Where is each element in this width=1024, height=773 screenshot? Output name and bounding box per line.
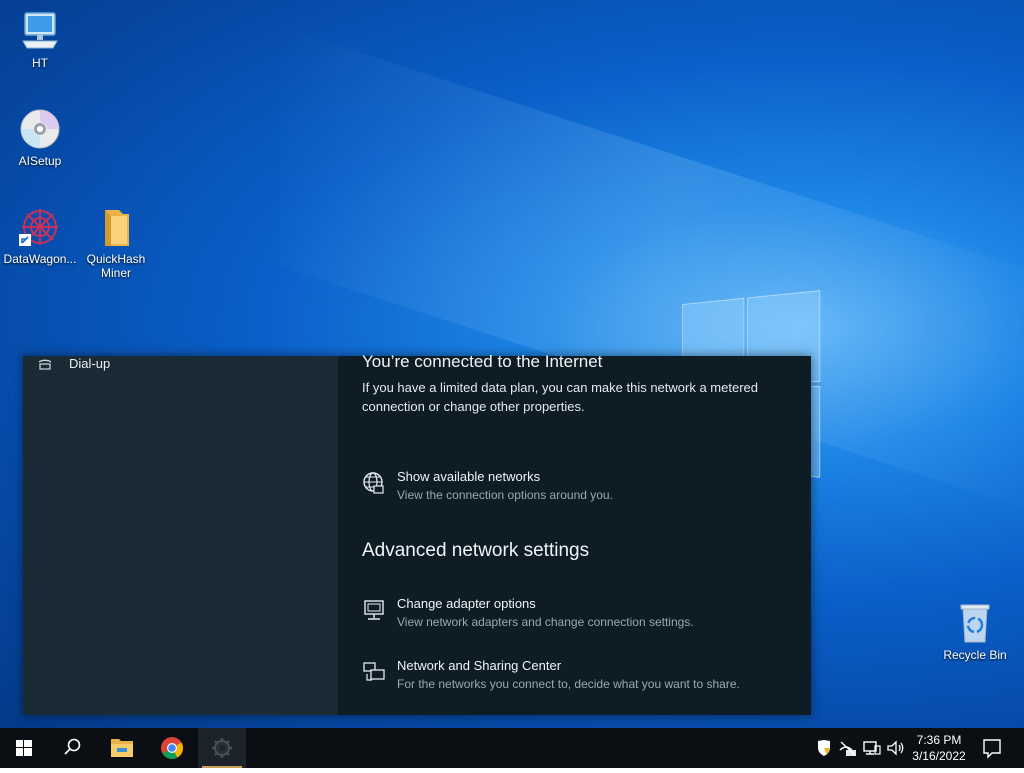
taskbar-settings[interactable] (198, 728, 246, 768)
option-subtitle: For the networks you connect to, decide … (397, 677, 740, 691)
option-title: Network and Sharing Center (397, 658, 562, 673)
computer-icon (19, 10, 61, 52)
recycle-bin-icon (954, 602, 996, 644)
settings-gear-icon (198, 738, 246, 772)
desktop-icon-ht[interactable]: HT (0, 10, 80, 70)
taskbar-clock[interactable]: 7:36 PM 3/16/2022 (906, 732, 972, 764)
chrome-icon (148, 737, 196, 772)
globe-icon (362, 471, 386, 495)
cd-disc-icon (19, 108, 61, 150)
advanced-network-settings-heading: Advanced network settings (362, 540, 590, 561)
taskbar: 7:36 PM 3/16/2022 (0, 728, 1024, 768)
desktop-icon-label: AISetup (18, 154, 62, 168)
option-subtitle: View network adapters and change connect… (397, 615, 694, 629)
desktop-icon-label: HT (32, 56, 48, 70)
datawagon-shortcut-icon (19, 206, 61, 248)
sharing-center-icon (362, 660, 386, 684)
network-offline-icon[interactable] (838, 738, 858, 758)
search-button[interactable] (48, 728, 96, 768)
option-title: Show available networks (397, 469, 541, 484)
start-button[interactable] (0, 728, 48, 768)
search-icon (48, 738, 96, 772)
start-icon (0, 740, 48, 772)
network-sharing-center-link[interactable]: Network and Sharing Center For the netwo… (362, 658, 802, 698)
desktop-icon-label: QuickHash Miner (86, 252, 146, 280)
clock-time: 7:36 PM (916, 733, 962, 747)
desktop-icon-aisetup[interactable]: AISetup (0, 108, 80, 168)
security-shield-icon[interactable] (814, 738, 834, 758)
taskbar-file-explorer[interactable] (98, 728, 146, 768)
settings-sidebar: Dial-up (23, 356, 338, 715)
connection-status-title: You’re connected to the Internet (362, 352, 603, 371)
show-available-networks-link[interactable]: Show available networks View the connect… (362, 469, 802, 509)
clock-date: 3/16/2022 (912, 749, 966, 763)
connection-status-description: If you have a limited data plan, you can… (362, 380, 758, 414)
network-settings-window: Dial-up You’re connected to the Internet… (23, 352, 811, 715)
desktop-icon-quickhash-miner[interactable]: QuickHash Miner (76, 206, 156, 280)
network-status-content: You’re connected to the Internet If you … (362, 352, 802, 715)
desktop-icon-label: Recycle Bin (943, 648, 1007, 662)
notification-icon (978, 739, 1008, 772)
desktop-icon-datawagon[interactable]: DataWagon... (0, 206, 80, 266)
adapter-icon (362, 598, 386, 622)
action-center-button[interactable] (978, 728, 1008, 768)
network-icon[interactable] (862, 738, 882, 758)
dialup-icon (37, 358, 53, 370)
desktop-icon-recycle-bin[interactable]: Recycle Bin (935, 602, 1015, 662)
change-adapter-options-link[interactable]: Change adapter options View network adap… (362, 596, 802, 636)
option-subtitle: View the connection options around you. (397, 488, 613, 502)
volume-icon[interactable] (886, 738, 906, 758)
file-explorer-icon (98, 739, 146, 772)
taskbar-chrome[interactable] (148, 728, 196, 768)
sidebar-item-label: Dial-up (69, 356, 111, 371)
option-title: Change adapter options (397, 596, 536, 611)
folder-icon (95, 206, 137, 248)
desktop-icon-label: DataWagon... (3, 252, 77, 266)
